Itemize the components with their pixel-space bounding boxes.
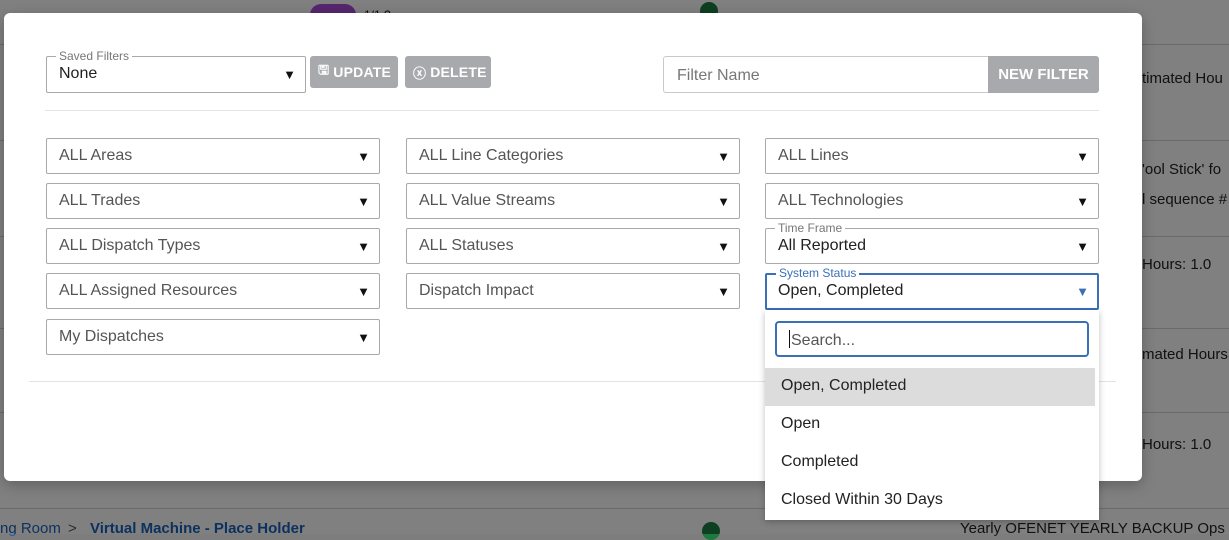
my-dispatches-value: My Dispatches <box>59 328 164 345</box>
caret-down-icon: ▼ <box>1076 149 1089 164</box>
dispatch-types-value: ALL Dispatch Types <box>59 237 201 254</box>
caret-down-icon: ▼ <box>357 330 370 345</box>
dropdown-search-input[interactable]: Search... <box>775 321 1089 357</box>
caret-down-icon: ▼ <box>1076 284 1089 299</box>
system-status-legend: System Status <box>776 266 860 280</box>
saved-filters-legend: Saved Filters <box>56 49 133 63</box>
system-status-value: Open, Completed <box>778 282 904 299</box>
dropdown-option[interactable]: Closed Within 30 Days <box>765 482 1095 520</box>
time-frame-select[interactable]: Time Frame All Reported ▼ <box>765 221 1099 264</box>
saved-filters-value: None <box>59 65 98 82</box>
text-cursor <box>789 330 790 348</box>
filter-name-input[interactable]: Filter Name <box>663 56 989 93</box>
dispatch-impact-value: Dispatch Impact <box>419 282 534 299</box>
search-placeholder: Search... <box>791 332 856 349</box>
caret-down-icon: ▼ <box>717 194 730 209</box>
delete-button[interactable]: ⓧ DELETE <box>405 56 491 88</box>
technologies-value: ALL Technologies <box>778 192 904 209</box>
caret-down-icon: ▼ <box>1076 194 1089 209</box>
trades-value: ALL Trades <box>59 192 141 209</box>
time-frame-value: All Reported <box>778 237 867 254</box>
new-filter-button[interactable]: NEW FILTER <box>988 56 1099 93</box>
trades-select[interactable]: ALL Trades ▼ <box>46 183 380 219</box>
caret-down-icon: ▼ <box>357 284 370 299</box>
caret-down-icon: ▼ <box>717 149 730 164</box>
value-streams-value: ALL Value Streams <box>419 192 556 209</box>
assigned-resources-value: ALL Assigned Resources <box>59 282 238 299</box>
time-frame-legend: Time Frame <box>775 221 846 235</box>
areas-value: ALL Areas <box>59 147 133 164</box>
caret-down-icon: ▼ <box>357 149 370 164</box>
caret-down-icon: ▼ <box>357 194 370 209</box>
lines-select[interactable]: ALL Lines ▼ <box>765 138 1099 174</box>
system-status-dropdown: Search... Open, Completed Open Completed… <box>765 310 1099 520</box>
caret-down-icon: ▼ <box>283 67 296 82</box>
dispatch-types-select[interactable]: ALL Dispatch Types ▼ <box>46 228 380 264</box>
update-label: UPDATE <box>333 64 392 80</box>
assigned-resources-select[interactable]: ALL Assigned Resources ▼ <box>46 273 380 309</box>
divider <box>45 110 1099 111</box>
line-categories-value: ALL Line Categories <box>419 147 564 164</box>
system-status-select[interactable]: System Status Open, Completed ▼ <box>765 266 1099 310</box>
dropdown-option[interactable]: Open, Completed <box>765 368 1095 406</box>
caret-down-icon: ▼ <box>717 284 730 299</box>
dispatch-impact-select[interactable]: Dispatch Impact ▼ <box>406 273 740 309</box>
close-circle-icon: ⓧ <box>413 65 427 81</box>
saved-filters-select[interactable]: Saved Filters None ▼ <box>46 49 306 93</box>
update-button[interactable]: 🖫 UPDATE <box>310 56 398 88</box>
my-dispatches-select[interactable]: My Dispatches ▼ <box>46 319 380 355</box>
statuses-select[interactable]: ALL Statuses ▼ <box>406 228 740 264</box>
save-icon: 🖫 <box>318 62 330 77</box>
delete-label: DELETE <box>430 64 487 80</box>
caret-down-icon: ▼ <box>357 239 370 254</box>
dropdown-option[interactable]: Completed <box>765 444 1095 482</box>
areas-select[interactable]: ALL Areas ▼ <box>46 138 380 174</box>
caret-down-icon: ▼ <box>1076 239 1089 254</box>
caret-down-icon: ▼ <box>717 239 730 254</box>
technologies-select[interactable]: ALL Technologies ▼ <box>765 183 1099 219</box>
dropdown-option[interactable]: Open <box>765 406 1095 444</box>
lines-value: ALL Lines <box>778 147 849 164</box>
statuses-value: ALL Statuses <box>419 237 514 254</box>
value-streams-select[interactable]: ALL Value Streams ▼ <box>406 183 740 219</box>
line-categories-select[interactable]: ALL Line Categories ▼ <box>406 138 740 174</box>
